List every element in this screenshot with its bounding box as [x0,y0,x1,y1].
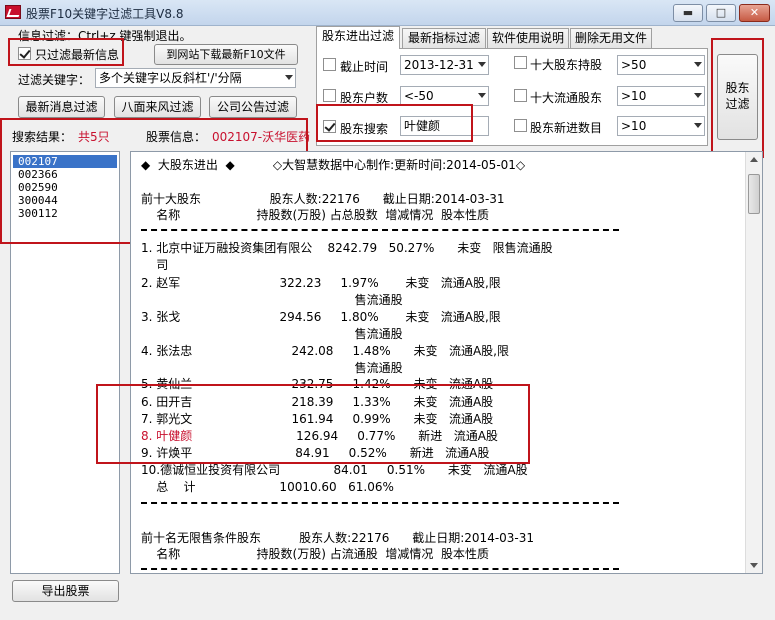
keyword-label: 过滤关键字： [18,73,91,87]
chevron-down-icon [694,62,702,67]
chevron-down-icon [694,123,702,128]
tab-delete-files[interactable]: 删除无用文件 [570,28,652,48]
shareholder-count-select[interactable]: <-50 [400,86,489,106]
shareholder-row: 司 [141,258,169,272]
shareholder-row-highlight-values: 126.94 0.77% 新进 流通A股 [197,429,498,443]
section2-title: 前十名无限售条件股东 股东人数:22176 截止日期:2014-03-31 [141,531,535,545]
top10-holding-label: 十大股东持股 [530,58,603,72]
list-item[interactable]: 300044 [13,194,117,207]
shareholder-row: 1. 北京中证万融投资集团有限公 8242.79 50.27% 未变 限售流通股 [141,241,553,255]
only-latest-label: 只过滤最新信息 [35,48,120,62]
new-holders-select[interactable]: >10 [617,116,705,136]
shareholder-count-checkbox[interactable] [323,89,336,102]
vertical-scrollbar[interactable] [745,152,762,573]
cutoff-time-value: 2013-12-31 [404,58,474,72]
list-item[interactable]: 002590 [13,181,117,194]
shareholder-row: 售流通股 [141,327,403,341]
keyword-input[interactable]: 多个关键字以反斜杠'/'分隔 [95,68,296,88]
shareholder-search-input[interactable]: 叶健颜 [400,116,489,136]
shareholder-row: 6. 田开吉 218.39 1.33% 未变 流通A股 [141,395,494,409]
tab-latest-indicator[interactable]: 最新指标过滤 [402,28,486,48]
tab-usage-guide[interactable]: 软件使用说明 [487,28,569,48]
shareholder-search-label: 股东搜索 [340,122,389,136]
stock-info-label: 股票信息： [146,130,207,144]
shareholder-search-checkbox[interactable] [323,120,336,133]
top10-holding-select[interactable]: >50 [617,55,705,75]
shareholder-row: 3. 张戈 294.56 1.80% 未变 流通A股,限 [141,310,501,324]
app-icon [5,5,21,19]
shareholder-row: 7. 郭光文 161.94 0.99% 未变 流通A股 [141,412,494,426]
new-holders-value: >10 [621,119,647,133]
total-row: 总 计 10010.60 61.06% [141,480,394,494]
top10-holding-value: >50 [621,58,647,72]
list-item[interactable]: 002107 [13,155,117,168]
new-holders-checkbox[interactable] [514,119,527,132]
shareholder-row: 4. 张法忠 242.08 1.48% 未变 流通A股,限 [141,344,509,358]
top10-float-label: 十大流通股东 [530,91,603,105]
chevron-down-icon [694,93,702,98]
minimize-button[interactable]: ▬ [673,4,703,22]
shareholder-row: 10.德诚恒业投资有限公司 84.01 0.51% 未变 流通A股 [141,463,528,477]
chevron-down-icon [478,93,486,98]
list-item[interactable]: 002366 [13,168,117,181]
content-header: ◆ 大股东进出 ◆ ◇大智慧数据中心制作:更新时间:2014-05-01◇ [141,158,526,172]
shareholder-row: 2. 赵军 322.23 1.97% 未变 流通A股,限 [141,276,501,290]
divider [141,229,619,231]
section1-columns: 名称 持股数(万股) 占总股数 增减情况 股本性质 [141,208,489,222]
chevron-down-icon [285,75,293,80]
cutoff-time-select[interactable]: 2013-12-31 [400,55,489,75]
top10-float-select[interactable]: >10 [617,86,705,106]
bamian-filter-button[interactable]: 八面来风过滤 [114,96,201,118]
shareholder-count-label: 股东户数 [340,91,389,105]
stock-list[interactable]: 002107 002366 002590 300044 300112 [10,151,120,574]
cutoff-time-label: 截止时间 [340,60,389,74]
export-stocks-button[interactable]: 导出股票 [12,580,119,602]
announcement-filter-button[interactable]: 公司公告过滤 [209,96,297,118]
f10-content-view[interactable]: ◆ 大股东进出 ◆ ◇大智慧数据中心制作:更新时间:2014-05-01◇ 前十… [130,151,763,574]
window-title: 股票F10关键字过滤工具V8.8 [26,7,184,21]
title-bar: 股票F10关键字过滤工具V8.8 ▬ □ ✕ [0,0,775,26]
shareholder-row: 售流通股 [141,293,403,307]
only-latest-checkbox[interactable] [18,47,31,60]
top10-float-checkbox[interactable] [514,89,527,102]
divider [141,502,619,504]
scroll-down-icon[interactable] [746,557,762,573]
scroll-up-icon[interactable] [746,152,762,168]
section2-columns: 名称 持股数(万股) 占流通股 增减情况 股本性质 [141,547,489,561]
shareholder-count-value: <-50 [404,89,434,103]
close-button[interactable]: ✕ [739,4,770,22]
new-holders-label: 股东新进数目 [530,121,603,135]
info-filter-text: 信息过滤：Ctrl+z 键强制退出。 [18,29,192,43]
maximize-button[interactable]: □ [706,4,736,22]
latest-news-filter-button[interactable]: 最新消息过滤 [18,96,105,118]
search-result-count: 共5只 [78,130,110,144]
chevron-down-icon [478,62,486,67]
top10-holding-checkbox[interactable] [514,56,527,69]
shareholder-row: 售流通股 [141,361,403,375]
download-f10-button[interactable]: 到网站下载最新F10文件 [154,44,298,65]
keyword-value: 多个关键字以反斜杠'/'分隔 [99,71,242,85]
divider [141,568,619,570]
search-result-label: 搜索结果： [12,130,73,144]
shareholder-row-highlight-name: 8. 叶健颜 [141,429,193,443]
scroll-thumb[interactable] [748,174,760,214]
stock-info-value: 002107-沃华医药 [212,130,311,144]
section1-title: 前十大股东 股东人数:22176 截止日期:2014-03-31 [141,192,505,206]
cutoff-time-checkbox[interactable] [323,58,336,71]
list-item[interactable]: 300112 [13,207,117,220]
shareholder-filter-button[interactable]: 股东 过滤 [717,54,758,140]
top10-float-value: >10 [621,89,647,103]
shareholder-row: 5. 黄仙兰 232.75 1.42% 未变 流通A股 [141,377,494,391]
shareholder-row: 9. 许焕平 84.91 0.52% 新进 流通A股 [141,446,490,460]
tab-shareholder-filter[interactable]: 股东进出过滤 [316,26,400,49]
